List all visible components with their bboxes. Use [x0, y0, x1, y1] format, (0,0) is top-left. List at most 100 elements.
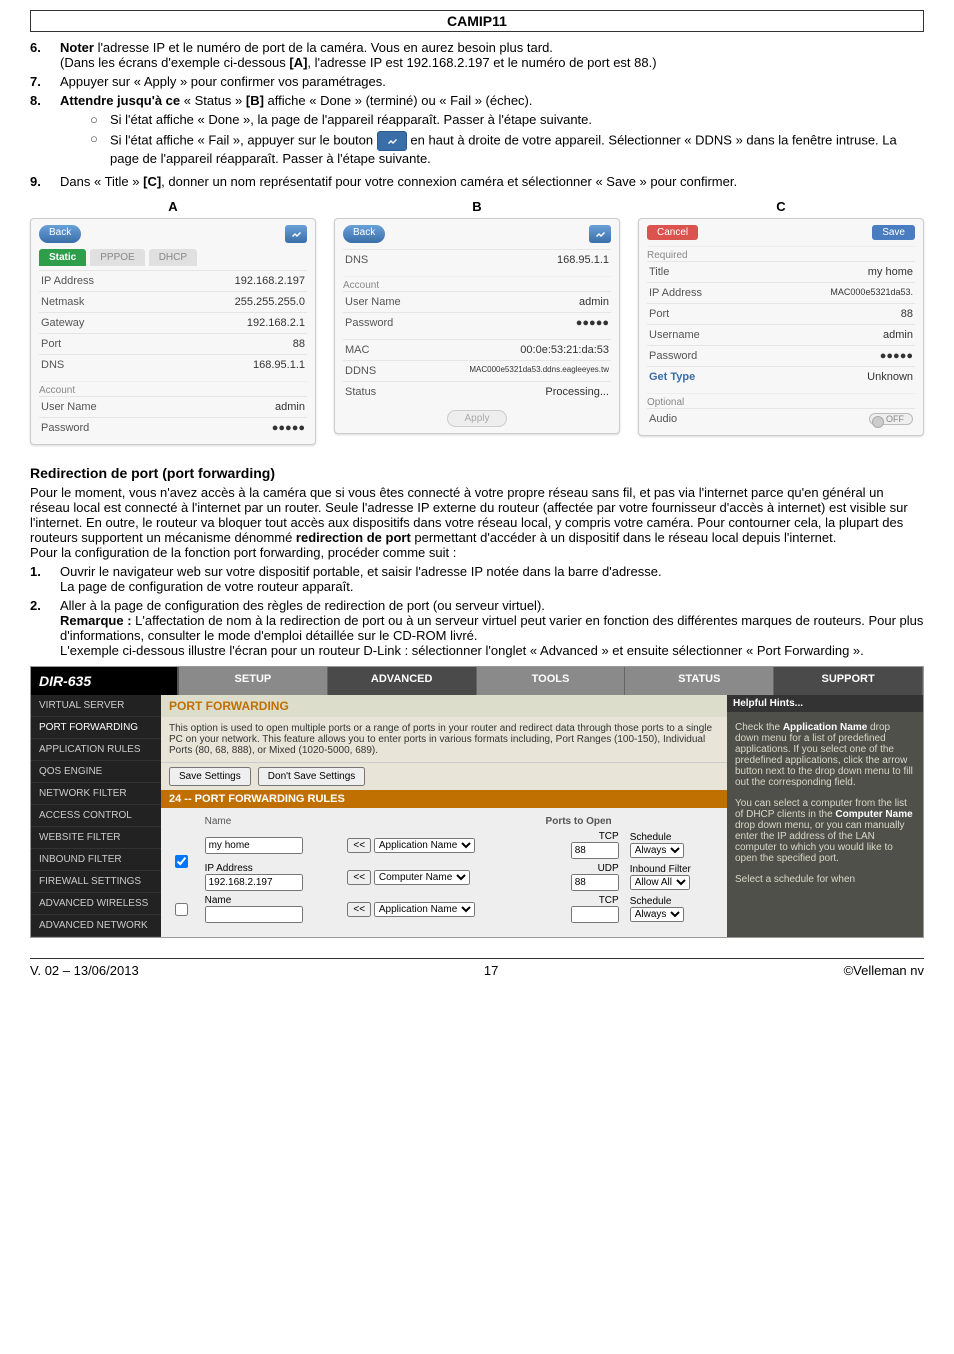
- ip-address-value[interactable]: MAC000e5321da53.: [830, 287, 913, 299]
- ip-address-label: IP Address: [649, 287, 702, 299]
- router-model: DIR-635: [31, 667, 179, 695]
- password-label: Password: [41, 422, 89, 434]
- udp-label: UDP: [598, 863, 619, 874]
- title-label: Title: [649, 266, 669, 278]
- port-label: Port: [649, 308, 669, 320]
- bullet-mark: ○: [90, 131, 110, 166]
- tab-status[interactable]: STATUS: [625, 667, 774, 695]
- title-value[interactable]: my home: [868, 266, 913, 278]
- dns-label: DNS: [345, 254, 368, 266]
- panel-b: Back DNS168.95.1.1 Account User Nameadmi…: [334, 218, 620, 434]
- app-name-select[interactable]: Application Name: [374, 902, 475, 917]
- schedule-label: Schedule: [630, 832, 672, 843]
- copy-app-button[interactable]: <<: [347, 838, 371, 853]
- username-value: admin: [579, 296, 609, 308]
- port-value: 88: [293, 338, 305, 350]
- tab-static[interactable]: Static: [39, 249, 86, 266]
- optional-section: Optional: [647, 393, 915, 408]
- router-sidebar: VIRTUAL SERVER PORT FORWARDING APPLICATI…: [31, 695, 161, 937]
- document-title: CAMIP11: [30, 10, 924, 32]
- app-name-select[interactable]: Application Name: [374, 838, 475, 853]
- cancel-button[interactable]: Cancel: [647, 225, 698, 240]
- copy-app-button[interactable]: <<: [347, 902, 371, 917]
- schedule-select[interactable]: Always: [630, 843, 684, 858]
- router-screenshot: DIR-635 SETUP ADVANCED TOOLS STATUS SUPP…: [30, 666, 924, 938]
- redir-para-2: Pour la configuration de la fonction por…: [30, 545, 924, 560]
- udp-port-input[interactable]: [571, 874, 619, 891]
- tab-advanced[interactable]: ADVANCED: [328, 667, 477, 695]
- sidebar-item-qos-engine[interactable]: QOS ENGINE: [31, 761, 161, 783]
- tcp-port-input[interactable]: [571, 906, 619, 923]
- port-forwarding-heading: Redirection de port (port forwarding): [30, 465, 924, 481]
- gettype-label[interactable]: Get Type: [649, 371, 695, 383]
- username-label: User Name: [345, 296, 401, 308]
- password-label: Password: [345, 317, 393, 329]
- rule-ip-input[interactable]: [205, 874, 303, 891]
- tab-dhcp[interactable]: DHCP: [149, 249, 197, 266]
- col-ports: Ports to Open: [530, 814, 628, 829]
- name-label: Name: [205, 895, 232, 906]
- password-value[interactable]: ●●●●●: [880, 350, 913, 362]
- footer-copyright: ©Velleman nv: [844, 963, 924, 978]
- rule-name-input[interactable]: [205, 906, 303, 923]
- password-label: Password: [649, 350, 697, 362]
- password-value: ●●●●●: [272, 422, 305, 434]
- rule-checkbox[interactable]: [175, 903, 188, 916]
- computer-name-select[interactable]: Computer Name: [374, 870, 470, 885]
- pf-step-2-num: 2.: [30, 598, 60, 658]
- audio-toggle[interactable]: OFF: [869, 413, 913, 425]
- username-value[interactable]: admin: [883, 329, 913, 341]
- back-button[interactable]: Back: [343, 225, 385, 243]
- tool-icon[interactable]: [589, 225, 611, 243]
- pf-section-title: PORT FORWARDING: [169, 699, 289, 713]
- tab-setup[interactable]: SETUP: [179, 667, 328, 695]
- rule-name-input[interactable]: [205, 837, 303, 854]
- sidebar-item-virtual-server[interactable]: VIRTUAL SERVER: [31, 695, 161, 717]
- port-value[interactable]: 88: [901, 308, 913, 320]
- pf-rules-heading: 24 -- PORT FORWARDING RULES: [161, 790, 727, 808]
- step-6-num: 6.: [30, 40, 60, 70]
- sidebar-item-advanced-network[interactable]: ADVANCED NETWORK: [31, 915, 161, 937]
- sidebar-item-access-control[interactable]: ACCESS CONTROL: [31, 805, 161, 827]
- username-label: Username: [649, 329, 700, 341]
- tab-pppoe[interactable]: PPPOE: [90, 249, 144, 266]
- save-settings-button[interactable]: Save Settings: [169, 767, 251, 786]
- status-label: Status: [345, 386, 376, 398]
- footer-page: 17: [484, 963, 498, 978]
- apply-button[interactable]: Apply: [447, 410, 506, 427]
- sidebar-item-firewall-settings[interactable]: FIREWALL SETTINGS: [31, 871, 161, 893]
- copy-comp-button[interactable]: <<: [347, 870, 371, 885]
- tool-icon: [377, 131, 407, 151]
- step-6-body: Noter l'adresse IP et le numéro de port …: [60, 40, 924, 70]
- dont-save-settings-button[interactable]: Don't Save Settings: [258, 767, 366, 786]
- schedule-select[interactable]: Always: [630, 907, 684, 922]
- account-section: Account: [39, 381, 307, 396]
- tab-support[interactable]: SUPPORT: [774, 667, 923, 695]
- ip-label: IP Address: [205, 863, 253, 874]
- tab-tools[interactable]: TOOLS: [477, 667, 626, 695]
- panel-a-letter: A: [30, 199, 316, 214]
- save-button[interactable]: Save: [872, 225, 915, 240]
- tool-icon[interactable]: [285, 225, 307, 243]
- sidebar-item-inbound-filter[interactable]: INBOUND FILTER: [31, 849, 161, 871]
- sidebar-item-application-rules[interactable]: APPLICATION RULES: [31, 739, 161, 761]
- pf-step-1-num: 1.: [30, 564, 60, 594]
- dns-value: 168.95.1.1: [253, 359, 305, 371]
- sidebar-item-port-forwarding[interactable]: PORT FORWARDING: [31, 717, 161, 739]
- back-button[interactable]: Back: [39, 225, 81, 243]
- step-9-body: Dans « Title » [C], donner un nom représ…: [60, 174, 924, 189]
- tcp-port-input[interactable]: [571, 842, 619, 859]
- inbound-filter-select[interactable]: Allow All: [630, 875, 690, 890]
- rule-checkbox[interactable]: [175, 855, 188, 868]
- inbound-filter-label: Inbound Filter: [630, 864, 691, 875]
- sidebar-item-network-filter[interactable]: NETWORK FILTER: [31, 783, 161, 805]
- account-section: Account: [343, 276, 611, 291]
- gateway-label: Gateway: [41, 317, 84, 329]
- mac-value: 00:0e:53:21:da:53: [520, 344, 609, 356]
- sidebar-item-website-filter[interactable]: WEBSITE FILTER: [31, 827, 161, 849]
- step-8-sub1: Si l'état affiche « Done », la page de l…: [110, 112, 592, 127]
- sidebar-item-advanced-wireless[interactable]: ADVANCED WIRELESS: [31, 893, 161, 915]
- username-label: User Name: [41, 401, 97, 413]
- step-7-body: Appuyer sur « Apply » pour confirmer vos…: [60, 74, 924, 89]
- step-8-body: Attendre jusqu'à ce « Status » [B] affic…: [60, 93, 924, 170]
